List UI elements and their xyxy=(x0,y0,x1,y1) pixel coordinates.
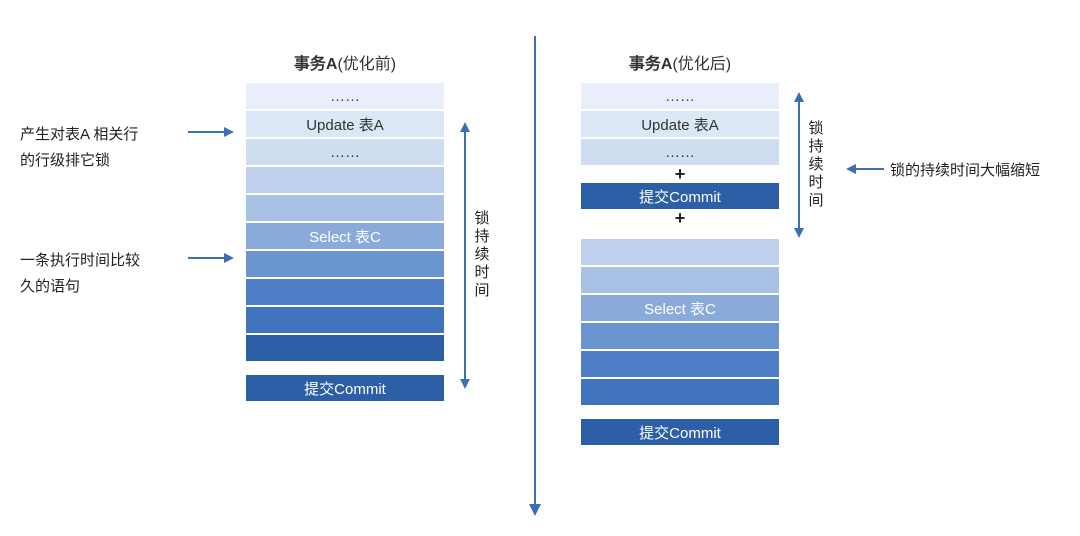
lock-span-before xyxy=(464,124,466,387)
stmt-row-update: Update 表A xyxy=(580,110,780,138)
stmt-row xyxy=(245,166,445,194)
commit-row: 提交Commit xyxy=(245,374,445,402)
stmt-row xyxy=(580,322,780,350)
commit-row: 提交Commit xyxy=(580,418,780,446)
lock-span-label-before: 锁持续时间 xyxy=(474,210,490,300)
stmt-row-select: Select 表C xyxy=(245,222,445,250)
plus-icon: + xyxy=(580,166,780,182)
transaction-before: 事务A(优化前) …… Update 表A …… Select 表C 提交Com… xyxy=(245,50,445,402)
title-after: 事务A(优化后) xyxy=(580,50,780,74)
stmt-row xyxy=(245,278,445,306)
stmt-row xyxy=(580,238,780,266)
transaction-after: 事务A(优化后) …… Update 表A …… + 提交Commit + Se… xyxy=(580,50,780,446)
lock-span-after xyxy=(798,94,800,236)
stmt-row xyxy=(580,350,780,378)
center-timeline-arrow xyxy=(534,36,536,514)
title-before: 事务A(优化前) xyxy=(245,50,445,74)
commit-row: 提交Commit xyxy=(580,182,780,210)
stack-before: …… Update 表A …… Select 表C 提交Commit xyxy=(245,82,445,402)
stmt-row xyxy=(580,378,780,406)
stmt-row xyxy=(245,306,445,334)
stmt-row xyxy=(245,334,445,362)
plus-icon: + xyxy=(580,210,780,226)
annotation-shortened-lock: 锁的持续时间大幅缩短 xyxy=(890,158,1040,184)
title-before-light: (优化前) xyxy=(337,56,396,73)
stmt-row: …… xyxy=(580,138,780,166)
stmt-row: …… xyxy=(245,138,445,166)
title-before-bold: 事务A xyxy=(294,56,338,73)
stack-after: …… Update 表A …… + 提交Commit + Select 表C 提… xyxy=(580,82,780,446)
stmt-row-select: Select 表C xyxy=(580,294,780,322)
arrow-from-shortened xyxy=(848,168,884,170)
lock-span-label-after: 锁持续时间 xyxy=(808,120,824,210)
stmt-row xyxy=(580,266,780,294)
stmt-row: …… xyxy=(245,82,445,110)
arrow-to-update xyxy=(188,131,232,133)
arrow-to-select xyxy=(188,257,232,259)
annotation-exclusive-lock: 产生对表A 相关行 的行级排它锁 xyxy=(20,122,138,174)
annotation-slow-stmt: 一条执行时间比较 久的语句 xyxy=(20,248,140,300)
stmt-row: …… xyxy=(580,82,780,110)
title-after-light: (优化后) xyxy=(672,56,731,73)
title-after-bold: 事务A xyxy=(629,56,673,73)
stmt-row-update: Update 表A xyxy=(245,110,445,138)
stmt-row xyxy=(245,250,445,278)
stmt-row xyxy=(245,194,445,222)
